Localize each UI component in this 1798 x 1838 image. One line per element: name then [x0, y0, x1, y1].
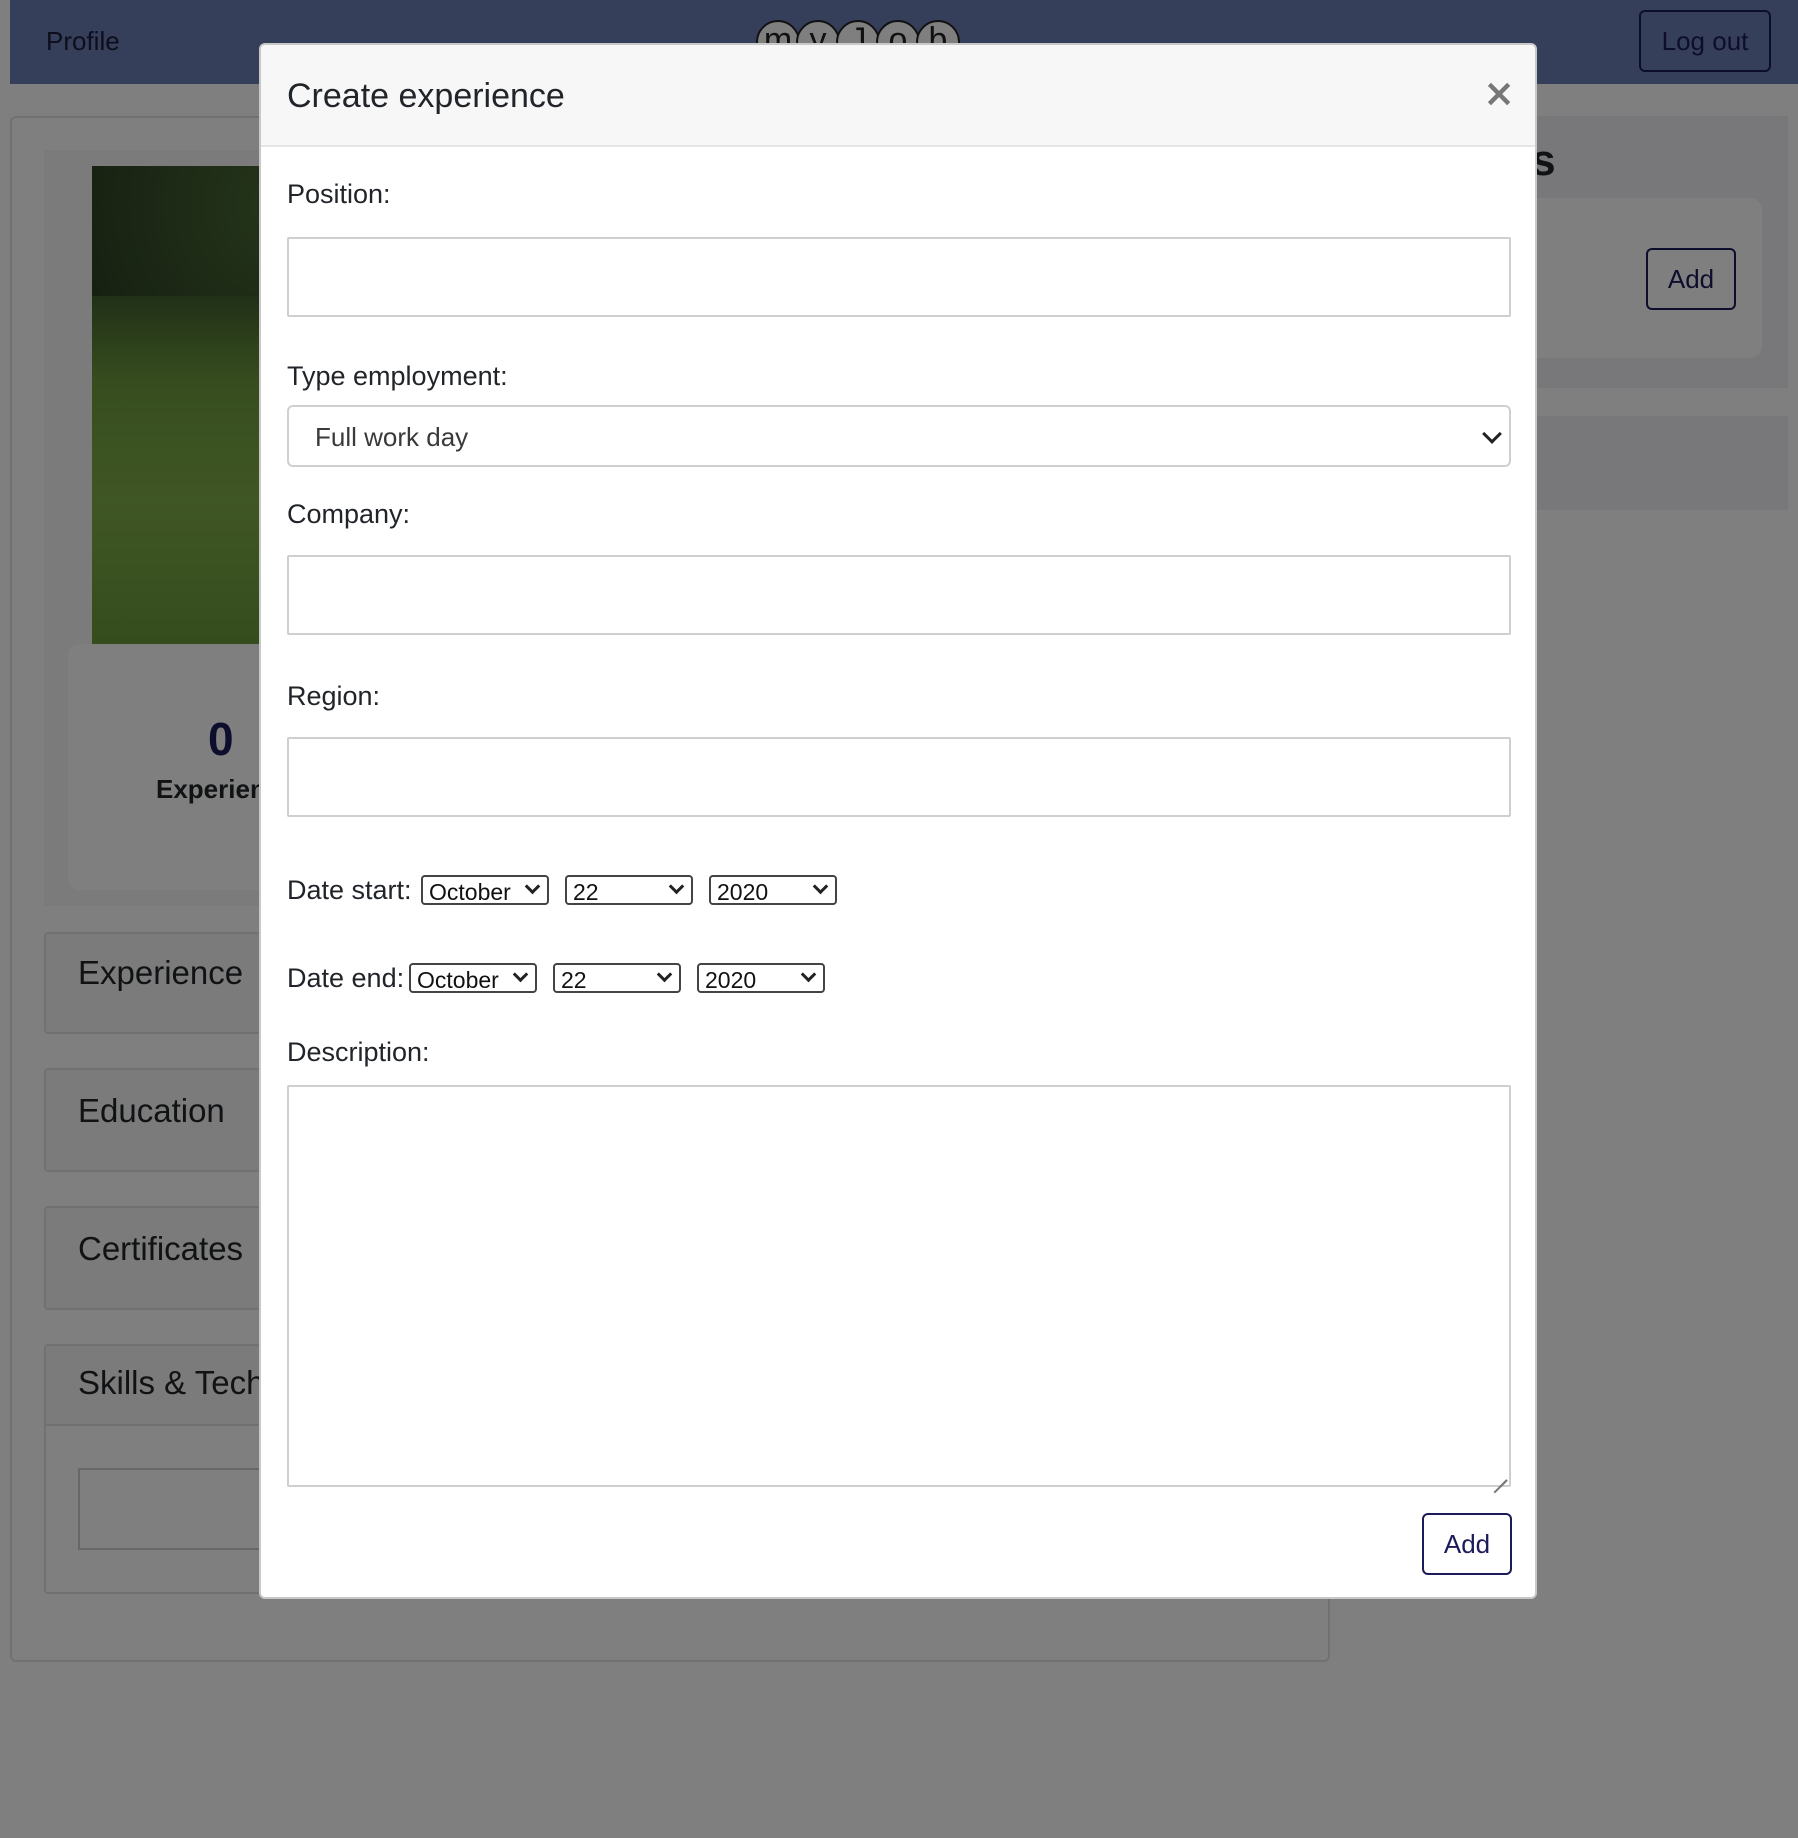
company-label: Company:: [287, 499, 411, 529]
modal-title: Create experience: [287, 77, 565, 115]
date-end-year-value: 2020: [705, 967, 757, 993]
date-start-year-select[interactable]: 2020: [709, 875, 837, 905]
date-end-month-value: October: [417, 967, 499, 993]
company-input[interactable]: [287, 555, 1511, 635]
date-end-label: Date end:: [287, 963, 405, 993]
position-label: Position:: [287, 179, 391, 209]
date-start-month-value: October: [429, 879, 511, 905]
region-label: Region:: [287, 681, 381, 711]
description-textarea[interactable]: [287, 1085, 1511, 1487]
create-experience-modal: Create experience × Position: Type emplo…: [259, 43, 1537, 1599]
chevron-down-icon: [656, 966, 673, 983]
close-icon[interactable]: ×: [1479, 73, 1519, 113]
date-start-label: Date start:: [287, 875, 412, 905]
date-start-day-value: 22: [573, 879, 599, 905]
modal-header: Create experience ×: [261, 45, 1535, 147]
chevron-down-icon: [668, 878, 685, 895]
date-start-year-value: 2020: [717, 879, 769, 905]
chevron-down-icon: [512, 966, 529, 983]
region-input[interactable]: [287, 737, 1511, 817]
date-end-day-value: 22: [561, 967, 587, 993]
type-employment-value: Full work day: [315, 422, 469, 452]
resize-handle-icon[interactable]: [1493, 1469, 1507, 1483]
date-start-month-select[interactable]: October: [421, 875, 549, 905]
type-employment-select[interactable]: Full work day: [287, 405, 1511, 467]
date-start-day-select[interactable]: 22: [565, 875, 693, 905]
date-end-month-select[interactable]: October: [409, 963, 537, 993]
position-input[interactable]: [287, 237, 1511, 317]
chevron-down-icon: [524, 878, 541, 895]
chevron-down-icon: [800, 966, 817, 983]
chevron-down-icon: [1482, 424, 1502, 444]
add-experience-button[interactable]: Add: [1422, 1513, 1512, 1575]
description-label: Description:: [287, 1037, 430, 1067]
date-end-year-select[interactable]: 2020: [697, 963, 825, 993]
chevron-down-icon: [812, 878, 829, 895]
date-end-day-select[interactable]: 22: [553, 963, 681, 993]
type-employment-label: Type employment:: [287, 361, 508, 391]
